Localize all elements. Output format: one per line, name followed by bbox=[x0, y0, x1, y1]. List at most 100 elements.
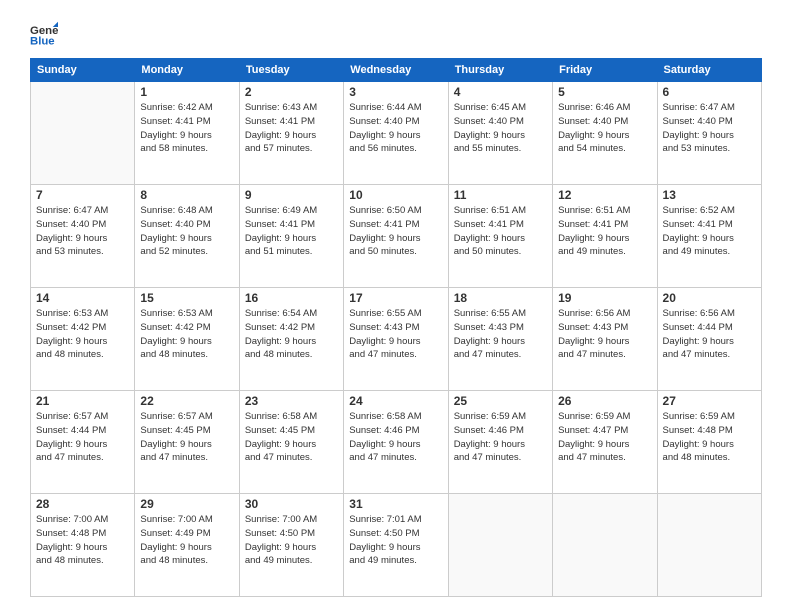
calendar-cell: 18 Sunrise: 6:55 AM Sunset: 4:43 PM Dayli… bbox=[448, 288, 552, 391]
day-info: Sunrise: 6:47 AM Sunset: 4:40 PM Dayligh… bbox=[663, 101, 756, 156]
day-number: 18 bbox=[454, 291, 547, 305]
calendar-cell: 31Sunrise: 7:01 AM Sunset: 4:50 PM Dayli… bbox=[344, 494, 448, 597]
calendar-cell: 13 Sunrise: 6:52 AM Sunset: 4:41 PM Dayli… bbox=[657, 185, 761, 288]
calendar-cell: 24Sunrise: 6:58 AM Sunset: 4:46 PM Dayli… bbox=[344, 391, 448, 494]
calendar-cell bbox=[448, 494, 552, 597]
day-number: 23 bbox=[245, 394, 338, 408]
page: General Blue SundayMondayTuesdayWednesda… bbox=[0, 0, 792, 612]
weekday-header-row: SundayMondayTuesdayWednesdayThursdayFrid… bbox=[31, 59, 762, 82]
calendar-table: SundayMondayTuesdayWednesdayThursdayFrid… bbox=[30, 58, 762, 597]
day-info: Sunrise: 6:54 AM Sunset: 4:42 PM Dayligh… bbox=[245, 307, 338, 362]
day-info: Sunrise: 6:52 AM Sunset: 4:41 PM Dayligh… bbox=[663, 204, 756, 259]
weekday-header-sunday: Sunday bbox=[31, 59, 135, 82]
svg-text:Blue: Blue bbox=[30, 36, 55, 48]
calendar-cell: 20 Sunrise: 6:56 AM Sunset: 4:44 PM Dayli… bbox=[657, 288, 761, 391]
calendar-cell bbox=[31, 82, 135, 185]
day-info: Sunrise: 6:59 AM Sunset: 4:48 PM Dayligh… bbox=[663, 410, 756, 465]
day-number: 30 bbox=[245, 497, 338, 511]
day-info: Sunrise: 6:51 AM Sunset: 4:41 PM Dayligh… bbox=[558, 204, 651, 259]
day-number: 27 bbox=[663, 394, 756, 408]
calendar-cell: 28 Sunrise: 7:00 AM Sunset: 4:48 PM Dayli… bbox=[31, 494, 135, 597]
weekday-header-thursday: Thursday bbox=[448, 59, 552, 82]
day-info: Sunrise: 6:58 AM Sunset: 4:46 PM Dayligh… bbox=[349, 410, 442, 465]
day-info: Sunrise: 7:00 AM Sunset: 4:48 PM Dayligh… bbox=[36, 513, 129, 568]
calendar-cell: 23 Sunrise: 6:58 AM Sunset: 4:45 PM Dayli… bbox=[239, 391, 343, 494]
day-info: Sunrise: 6:53 AM Sunset: 4:42 PM Dayligh… bbox=[36, 307, 129, 362]
day-number: 3 bbox=[349, 85, 442, 99]
logo: General Blue bbox=[30, 20, 62, 48]
day-info: Sunrise: 6:59 AM Sunset: 4:47 PM Dayligh… bbox=[558, 410, 651, 465]
weekday-header-tuesday: Tuesday bbox=[239, 59, 343, 82]
day-number: 7 bbox=[36, 188, 129, 202]
calendar-cell: 19 Sunrise: 6:56 AM Sunset: 4:43 PM Dayli… bbox=[553, 288, 657, 391]
day-info: Sunrise: 6:55 AM Sunset: 4:43 PM Dayligh… bbox=[454, 307, 547, 362]
day-info: Sunrise: 6:56 AM Sunset: 4:44 PM Dayligh… bbox=[663, 307, 756, 362]
day-number: 1 bbox=[140, 85, 233, 99]
calendar-cell: 8 Sunrise: 6:48 AM Sunset: 4:40 PM Daylig… bbox=[135, 185, 239, 288]
day-info: Sunrise: 6:47 AM Sunset: 4:40 PM Dayligh… bbox=[36, 204, 129, 259]
day-info: Sunrise: 6:50 AM Sunset: 4:41 PM Dayligh… bbox=[349, 204, 442, 259]
calendar-cell: 30Sunrise: 7:00 AM Sunset: 4:50 PM Dayli… bbox=[239, 494, 343, 597]
calendar-cell: 15 Sunrise: 6:53 AM Sunset: 4:42 PM Dayli… bbox=[135, 288, 239, 391]
day-number: 19 bbox=[558, 291, 651, 305]
calendar-cell: 22 Sunrise: 6:57 AM Sunset: 4:45 PM Dayli… bbox=[135, 391, 239, 494]
day-number: 31 bbox=[349, 497, 442, 511]
calendar-cell: 2Sunrise: 6:43 AM Sunset: 4:41 PM Daylig… bbox=[239, 82, 343, 185]
calendar-cell: 29 Sunrise: 7:00 AM Sunset: 4:49 PM Dayli… bbox=[135, 494, 239, 597]
day-info: Sunrise: 6:57 AM Sunset: 4:45 PM Dayligh… bbox=[140, 410, 233, 465]
day-number: 28 bbox=[36, 497, 129, 511]
day-info: Sunrise: 6:51 AM Sunset: 4:41 PM Dayligh… bbox=[454, 204, 547, 259]
weekday-header-friday: Friday bbox=[553, 59, 657, 82]
day-number: 11 bbox=[454, 188, 547, 202]
calendar-cell: 14 Sunrise: 6:53 AM Sunset: 4:42 PM Dayli… bbox=[31, 288, 135, 391]
calendar-cell: 25 Sunrise: 6:59 AM Sunset: 4:46 PM Dayli… bbox=[448, 391, 552, 494]
day-info: Sunrise: 6:56 AM Sunset: 4:43 PM Dayligh… bbox=[558, 307, 651, 362]
day-info: Sunrise: 6:53 AM Sunset: 4:42 PM Dayligh… bbox=[140, 307, 233, 362]
calendar-cell: 11 Sunrise: 6:51 AM Sunset: 4:41 PM Dayli… bbox=[448, 185, 552, 288]
week-row-3: 14 Sunrise: 6:53 AM Sunset: 4:42 PM Dayli… bbox=[31, 288, 762, 391]
weekday-header-wednesday: Wednesday bbox=[344, 59, 448, 82]
calendar-cell bbox=[553, 494, 657, 597]
day-number: 13 bbox=[663, 188, 756, 202]
day-number: 22 bbox=[140, 394, 233, 408]
day-info: Sunrise: 6:45 AM Sunset: 4:40 PM Dayligh… bbox=[454, 101, 547, 156]
logo-icon: General Blue bbox=[30, 20, 58, 48]
calendar-header: SundayMondayTuesdayWednesdayThursdayFrid… bbox=[31, 59, 762, 82]
day-number: 8 bbox=[140, 188, 233, 202]
day-number: 2 bbox=[245, 85, 338, 99]
day-info: Sunrise: 6:55 AM Sunset: 4:43 PM Dayligh… bbox=[349, 307, 442, 362]
day-info: Sunrise: 7:00 AM Sunset: 4:49 PM Dayligh… bbox=[140, 513, 233, 568]
day-number: 20 bbox=[663, 291, 756, 305]
header: General Blue bbox=[30, 20, 762, 48]
day-info: Sunrise: 6:49 AM Sunset: 4:41 PM Dayligh… bbox=[245, 204, 338, 259]
week-row-2: 7 Sunrise: 6:47 AM Sunset: 4:40 PM Daylig… bbox=[31, 185, 762, 288]
calendar-cell: 21Sunrise: 6:57 AM Sunset: 4:44 PM Dayli… bbox=[31, 391, 135, 494]
day-number: 25 bbox=[454, 394, 547, 408]
calendar-cell: 9 Sunrise: 6:49 AM Sunset: 4:41 PM Daylig… bbox=[239, 185, 343, 288]
day-number: 9 bbox=[245, 188, 338, 202]
day-number: 21 bbox=[36, 394, 129, 408]
week-row-4: 21Sunrise: 6:57 AM Sunset: 4:44 PM Dayli… bbox=[31, 391, 762, 494]
day-number: 14 bbox=[36, 291, 129, 305]
week-row-5: 28 Sunrise: 7:00 AM Sunset: 4:48 PM Dayli… bbox=[31, 494, 762, 597]
day-number: 15 bbox=[140, 291, 233, 305]
day-number: 4 bbox=[454, 85, 547, 99]
calendar-cell: 27 Sunrise: 6:59 AM Sunset: 4:48 PM Dayli… bbox=[657, 391, 761, 494]
day-info: Sunrise: 6:58 AM Sunset: 4:45 PM Dayligh… bbox=[245, 410, 338, 465]
day-number: 10 bbox=[349, 188, 442, 202]
calendar-cell: 17Sunrise: 6:55 AM Sunset: 4:43 PM Dayli… bbox=[344, 288, 448, 391]
day-info: Sunrise: 6:46 AM Sunset: 4:40 PM Dayligh… bbox=[558, 101, 651, 156]
calendar-cell bbox=[657, 494, 761, 597]
day-info: Sunrise: 6:44 AM Sunset: 4:40 PM Dayligh… bbox=[349, 101, 442, 156]
day-info: Sunrise: 6:48 AM Sunset: 4:40 PM Dayligh… bbox=[140, 204, 233, 259]
calendar-cell: 1 Sunrise: 6:42 AM Sunset: 4:41 PM Daylig… bbox=[135, 82, 239, 185]
day-number: 29 bbox=[140, 497, 233, 511]
calendar-cell: 7 Sunrise: 6:47 AM Sunset: 4:40 PM Daylig… bbox=[31, 185, 135, 288]
calendar-cell: 10 Sunrise: 6:50 AM Sunset: 4:41 PM Dayli… bbox=[344, 185, 448, 288]
weekday-header-monday: Monday bbox=[135, 59, 239, 82]
day-info: Sunrise: 6:42 AM Sunset: 4:41 PM Dayligh… bbox=[140, 101, 233, 156]
calendar-cell: 4 Sunrise: 6:45 AM Sunset: 4:40 PM Daylig… bbox=[448, 82, 552, 185]
day-number: 26 bbox=[558, 394, 651, 408]
day-info: Sunrise: 6:59 AM Sunset: 4:46 PM Dayligh… bbox=[454, 410, 547, 465]
calendar-cell: 6Sunrise: 6:47 AM Sunset: 4:40 PM Daylig… bbox=[657, 82, 761, 185]
